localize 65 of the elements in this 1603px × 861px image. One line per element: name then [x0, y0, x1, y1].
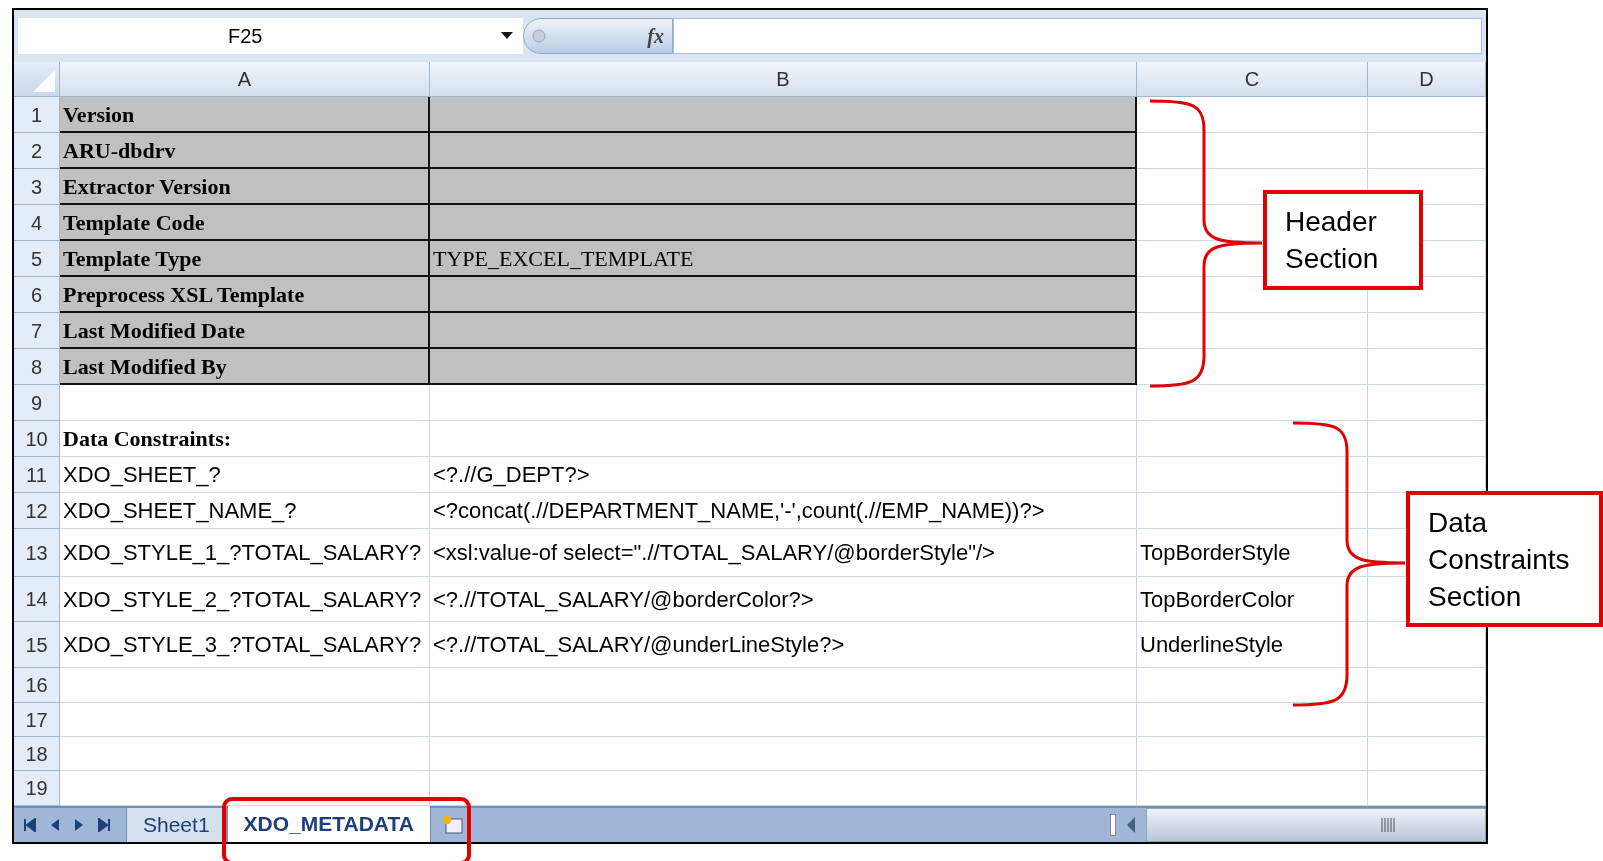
- row-header[interactable]: 6: [14, 277, 60, 313]
- name-box[interactable]: F25: [18, 18, 523, 54]
- table-cell: Last Modified By: [60, 349, 430, 385]
- table-cell: <?.//TOTAL_SALARY/@underLineStyle?>: [430, 622, 1137, 668]
- row-header[interactable]: 17: [14, 703, 60, 737]
- scroll-left-icon[interactable]: [1126, 816, 1136, 834]
- previous-sheet-icon[interactable]: [50, 818, 60, 832]
- row-header[interactable]: 16: [14, 668, 60, 703]
- table-cell: Extractor Version: [60, 169, 430, 205]
- table-cell: <?.//G_DEPT?>: [430, 457, 1137, 493]
- insert-function-button[interactable]: fx: [647, 21, 664, 51]
- grip-icon: [1381, 818, 1395, 832]
- table-cell: <?concat(.//DEPARTMENT_NAME,'-',count(.//EMP_NAME))?>: [430, 493, 1137, 529]
- table-cell: <?.//TOTAL_SALARY/@borderColor?>: [430, 577, 1137, 622]
- column-header[interactable]: D: [1368, 62, 1486, 97]
- table-cell: XDO_SHEET_?: [60, 457, 430, 493]
- row-header[interactable]: 7: [14, 313, 60, 349]
- row-header[interactable]: 19: [14, 771, 60, 806]
- sheet-tab[interactable]: XDO_METADATA: [226, 806, 431, 842]
- cell-reference: F25: [228, 24, 263, 49]
- scrollbar-split-handle[interactable]: [1110, 814, 1116, 836]
- last-sheet-icon[interactable]: [98, 818, 110, 832]
- table-cell: UnderlineStyle: [1137, 622, 1368, 668]
- first-sheet-icon[interactable]: [24, 818, 36, 832]
- table-cell: Data Constraints:: [60, 421, 430, 457]
- column-header[interactable]: C: [1137, 62, 1368, 97]
- row-header[interactable]: 11: [14, 457, 60, 493]
- table-cell: Template Type: [60, 241, 430, 277]
- row-header[interactable]: 5: [14, 241, 60, 277]
- row-header[interactable]: 12: [14, 493, 60, 529]
- row-header[interactable]: 10: [14, 421, 60, 457]
- table-cell: TYPE_EXCEL_TEMPLATE: [430, 241, 1137, 277]
- callout-label: Data Constraints Section: [1406, 491, 1603, 627]
- table-cell: Preprocess XSL Template: [60, 277, 430, 313]
- row-header[interactable]: 1: [14, 97, 60, 133]
- circle-icon: [532, 29, 546, 43]
- sheet-tab[interactable]: Sheet1: [126, 808, 227, 842]
- table-cell: Template Code: [60, 205, 430, 241]
- row-header[interactable]: 15: [14, 622, 60, 668]
- table-cell: Last Modified Date: [60, 313, 430, 349]
- table-cell: <xsl:value-of select=".//TOTAL_SALARY/@borderStyle"/>: [430, 529, 1137, 577]
- table-cell: Version: [60, 97, 430, 133]
- row-header[interactable]: 3: [14, 169, 60, 205]
- row-header[interactable]: 18: [14, 737, 60, 771]
- table-cell: TopBorderColor: [1137, 577, 1368, 622]
- dropdown-icon[interactable]: [501, 32, 513, 40]
- new-sheet-icon[interactable]: [440, 814, 465, 836]
- next-sheet-icon[interactable]: [74, 818, 84, 832]
- row-header[interactable]: 9: [14, 385, 60, 421]
- callout-label: Header Section: [1263, 190, 1423, 290]
- row-header[interactable]: 13: [14, 529, 60, 577]
- table-cell: XDO_STYLE_3_?TOTAL_SALARY?: [60, 622, 430, 668]
- row-header[interactable]: 8: [14, 349, 60, 385]
- table-cell: XDO_SHEET_NAME_?: [60, 493, 430, 529]
- table-cell: XDO_STYLE_2_?TOTAL_SALARY?: [60, 577, 430, 622]
- row-header[interactable]: 4: [14, 205, 60, 241]
- row-header[interactable]: 2: [14, 133, 60, 169]
- row-header[interactable]: 14: [14, 577, 60, 622]
- table-cell: ARU-dbdrv: [60, 133, 430, 169]
- table-cell: TopBorderStyle: [1137, 529, 1368, 577]
- column-header[interactable]: B: [430, 62, 1137, 97]
- table-cell: XDO_STYLE_1_?TOTAL_SALARY?: [60, 529, 430, 577]
- horizontal-scrollbar[interactable]: [1146, 808, 1486, 842]
- formula-input[interactable]: [673, 18, 1482, 54]
- column-header[interactable]: A: [60, 62, 430, 97]
